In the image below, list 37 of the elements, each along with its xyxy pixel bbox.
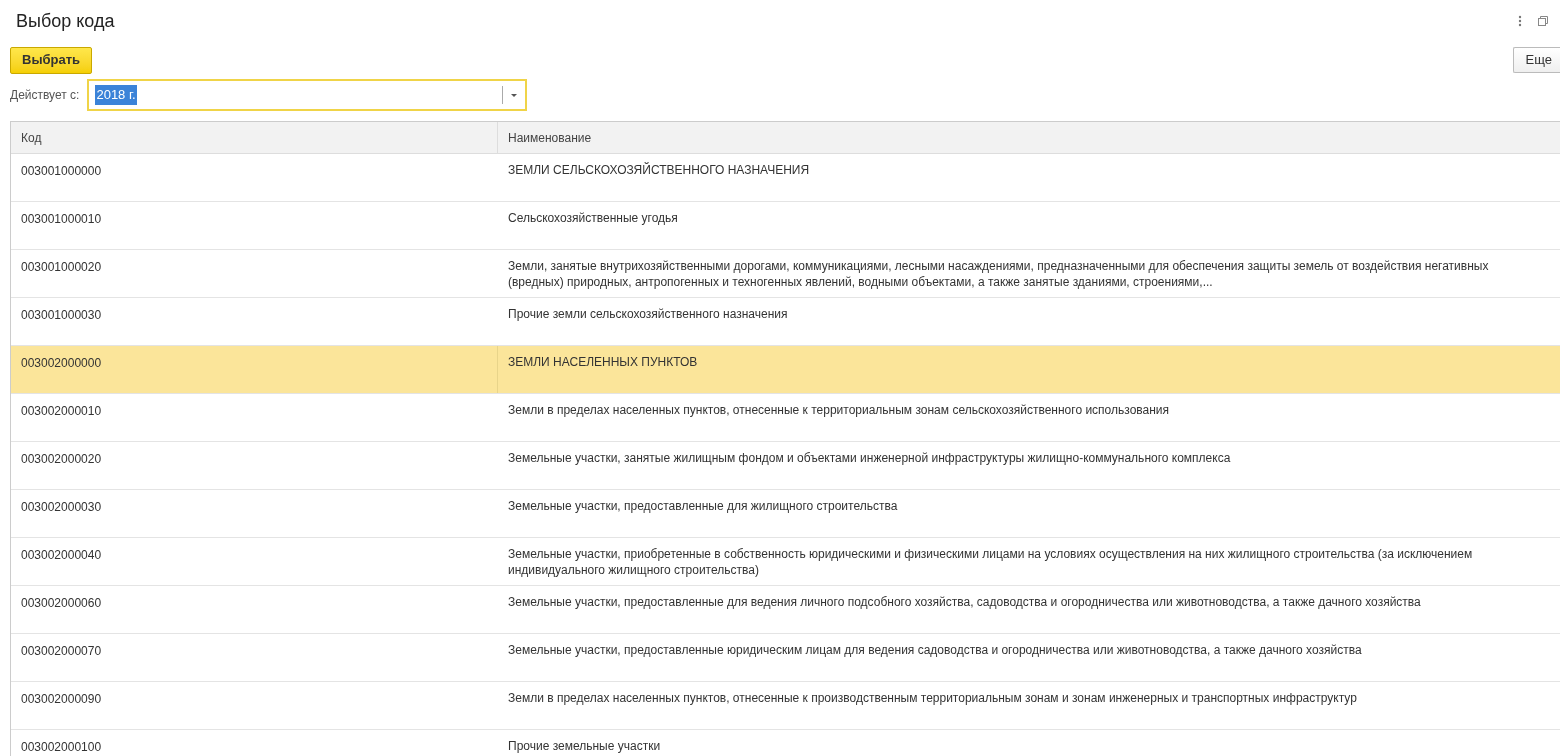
column-header[interactable]: Код — [11, 122, 498, 153]
table-cell: 003002000070 — [21, 644, 102, 658]
more-vertical-icon[interactable] — [1518, 15, 1522, 27]
table-cell: 003002000020 — [21, 452, 102, 466]
table-cell: 003002000100 — [21, 740, 102, 754]
table-cell: Земельные участки, предоставленные для ведения личного подсобного хозяйства, садоводства и огородничества или животноводства, а также дачного хозяйства — [508, 595, 1421, 609]
date-combobox[interactable]: 2018 г. — [87, 79, 528, 111]
table-cell: Земли в пределах населенных пунктов, отнесенные к территориальным зонам сельскохозяйственного использования — [508, 403, 1170, 417]
table-cell: Земельные участки, занятые жилищным фондом и объектами инженерной инфраструктуры жилищно-коммунального комплекса — [508, 451, 1231, 465]
field-label: Действует с: — [10, 87, 80, 104]
select-button[interactable]: Выбрать — [10, 46, 93, 74]
table-cell: 003002000000 — [21, 356, 102, 370]
table-cell: Земли, занятые внутрихозяйственными дорогами, коммуникациями, лесными насаждениями, предназначенными для обеспечения защиты земель от воздействия негативных (вредных) природных, антропогенных и техногенных явлений, водными объектами, а также занятые зданиями, строениями,... — [508, 259, 1489, 289]
table-cell: Прочие земли сельскохозяйственного назначения — [508, 307, 788, 321]
more-button[interactable]: Еще — [1512, 47, 1560, 73]
table-cell: 003002000060 — [21, 596, 102, 610]
table-cell: 003002000090 — [21, 692, 102, 706]
column-header[interactable]: Наименование — [498, 122, 1560, 153]
table-cell: 003001000000 — [21, 164, 102, 178]
table-cell: Земли в пределах населенных пунктов, отнесенные к производственным территориальным зонам и зонам инженерных и транспортных инфраструктур — [508, 691, 1357, 705]
dropdown-caret-icon[interactable] — [511, 93, 518, 97]
table-cell: Земельные участки, предоставленные для жилищного строительства — [508, 499, 898, 513]
table-cell: Земельные участки, предоставленные юридическим лицам для ведения садоводства и огородничества или животноводства, а также дачного хозяйства — [508, 643, 1362, 657]
table-cell: Сельскохозяйственные угодья — [508, 211, 678, 225]
table-cell: 003002000010 — [21, 404, 102, 418]
table-cell: 003002000030 — [21, 500, 102, 514]
window-title: Выбор кода — [16, 9, 115, 33]
table-cell: 003001000010 — [21, 212, 102, 226]
restore-window-icon[interactable] — [1538, 16, 1548, 26]
table-cell: ЗЕМЛИ СЕЛЬСКОХОЗЯЙСТВЕННОГО НАЗНАЧЕНИЯ — [508, 163, 810, 177]
table-cell: 003001000030 — [21, 308, 102, 322]
table-cell: Земельные участки, приобретенные в собственность юридическими и физическими лицами на условиях осуществления на них жилищного строительства (за исключением индивидуального жилищного строительства) — [508, 547, 1473, 577]
table-cell: ЗЕМЛИ НАСЕЛЕННЫХ ПУНКТОВ — [508, 355, 698, 369]
table-row[interactable]: 003002000000 ЗЕМЛИ НАСЕЛЕННЫХ ПУНКТОВ — [11, 346, 1560, 394]
table-cell: Прочие земельные участки — [508, 739, 661, 753]
table-cell: 003002000040 — [21, 548, 102, 562]
table-cell: 003001000020 — [21, 260, 102, 274]
